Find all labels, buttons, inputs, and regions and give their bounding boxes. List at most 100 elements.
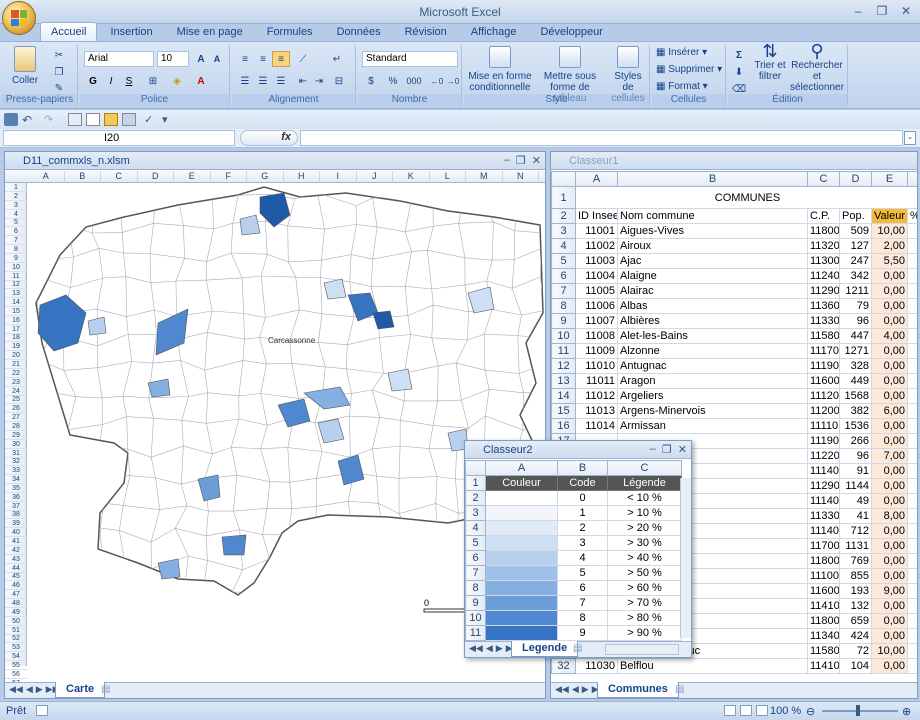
row-header[interactable]: 16 bbox=[5, 316, 27, 325]
postal-code-cell[interactable]: 11330 bbox=[807, 508, 840, 524]
legend-label-cell[interactable]: > 30 % bbox=[607, 535, 682, 551]
postal-code-cell[interactable]: 11170 bbox=[807, 343, 840, 359]
row-header[interactable]: 6 bbox=[5, 227, 27, 237]
row-header[interactable]: 51 bbox=[5, 626, 27, 635]
wrap-text-icon[interactable]: ↵ bbox=[328, 51, 346, 67]
value-cell[interactable]: 0,00 bbox=[871, 433, 908, 449]
population-cell[interactable]: 382 bbox=[839, 403, 872, 419]
commune-name-cell[interactable]: Alet-les-Bains bbox=[617, 328, 808, 344]
population-cell[interactable]: 193 bbox=[839, 583, 872, 599]
value-cell[interactable]: 0,00 bbox=[871, 283, 908, 299]
row-header[interactable]: 9 bbox=[551, 313, 576, 329]
fill-icon[interactable]: ⬇ bbox=[730, 64, 748, 80]
tab-donnees[interactable]: Données bbox=[326, 22, 392, 42]
table-row[interactable]: 9 11007 Albières 11330 96 0,00 bbox=[551, 313, 917, 329]
legend-code-cell[interactable]: 9 bbox=[557, 625, 608, 641]
population-cell[interactable]: 447 bbox=[839, 328, 872, 344]
legend-row[interactable]: 6 4 > 40 % bbox=[465, 550, 682, 566]
column-title-cell[interactable]: Valeur bbox=[871, 208, 908, 224]
find-select-button[interactable]: ⚲ Rechercher et sélectionner bbox=[788, 42, 846, 93]
commune-name-cell[interactable]: Alairac bbox=[617, 283, 808, 299]
value-cell[interactable]: 0,00 bbox=[871, 568, 908, 584]
row-header[interactable]: 3 bbox=[5, 201, 27, 210]
column-header[interactable]: M bbox=[466, 171, 503, 183]
value-cell[interactable]: 8,00 bbox=[871, 508, 908, 524]
row-header[interactable]: 6 bbox=[551, 268, 576, 284]
row-header[interactable]: 35 bbox=[5, 484, 27, 493]
value-cell[interactable]: 2,00 bbox=[871, 238, 908, 254]
value-cell[interactable]: 5,50 bbox=[871, 253, 908, 269]
value-cell[interactable]: 0,00 bbox=[871, 598, 908, 614]
row-header[interactable]: 32 bbox=[551, 658, 576, 674]
font-color-icon[interactable]: A bbox=[192, 73, 210, 89]
legend-label-cell[interactable]: > 40 % bbox=[607, 550, 682, 566]
row-header[interactable]: 10 bbox=[465, 610, 486, 626]
legend-color-swatch[interactable] bbox=[485, 565, 558, 581]
row-header[interactable]: 4 bbox=[551, 238, 576, 254]
row-header[interactable]: 34 bbox=[5, 475, 27, 485]
percent-cell[interactable] bbox=[907, 478, 917, 494]
row-header[interactable]: 11 bbox=[5, 272, 27, 281]
row-header[interactable]: 1 bbox=[465, 475, 486, 491]
increase-indent-icon[interactable]: ⇥ bbox=[310, 73, 328, 89]
postal-code-cell[interactable]: 11330 bbox=[807, 313, 840, 329]
postal-code-cell[interactable]: 11120 bbox=[807, 388, 840, 404]
commune-name-cell[interactable]: Airoux bbox=[617, 238, 808, 254]
legend-horizontal-scrollbar[interactable] bbox=[605, 644, 679, 655]
paste-button[interactable]: Coller bbox=[8, 46, 42, 86]
insee-cell[interactable]: 11004 bbox=[575, 268, 618, 284]
zoom-out-icon[interactable]: ⊖ bbox=[806, 705, 815, 718]
row-header[interactable]: 36 bbox=[5, 493, 27, 502]
sheet-tab-legende[interactable]: Legende bbox=[511, 641, 579, 657]
legend-color-swatch[interactable] bbox=[485, 490, 558, 506]
column-title-cell[interactable]: ID Insee bbox=[575, 208, 618, 224]
population-cell[interactable]: 72 bbox=[839, 643, 872, 659]
value-cell[interactable]: 0,00 bbox=[871, 523, 908, 539]
population-cell[interactable]: 509 bbox=[839, 223, 872, 239]
value-cell[interactable]: 0,00 bbox=[871, 613, 908, 629]
postal-code-cell[interactable]: 11410 bbox=[807, 658, 840, 674]
insert-function-button[interactable]: fx bbox=[240, 130, 298, 146]
italic-button[interactable]: I bbox=[102, 73, 120, 89]
row-header[interactable]: 11 bbox=[551, 343, 576, 359]
select-all[interactable] bbox=[465, 460, 486, 476]
insee-cell[interactable]: 11008 bbox=[575, 328, 618, 344]
percent-cell[interactable] bbox=[907, 223, 917, 239]
percent-cell[interactable] bbox=[907, 418, 917, 434]
currency-icon[interactable]: $ bbox=[362, 73, 380, 89]
commune-name-cell[interactable]: Albières bbox=[617, 313, 808, 329]
name-box[interactable]: I20 bbox=[3, 130, 235, 146]
value-cell[interactable]: 0,00 bbox=[871, 628, 908, 644]
tab-mise-en-page[interactable]: Mise en page bbox=[166, 22, 254, 42]
column-header[interactable]: F bbox=[211, 171, 247, 183]
row-header[interactable]: 42 bbox=[5, 546, 27, 555]
legend-code-cell[interactable]: 8 bbox=[557, 610, 608, 626]
merge-center-icon[interactable]: ⊟ bbox=[330, 73, 348, 89]
legend-code-cell[interactable]: 3 bbox=[557, 535, 608, 551]
percent-cell[interactable] bbox=[907, 508, 917, 524]
legend-row[interactable]: 9 7 > 70 % bbox=[465, 595, 682, 611]
table-row[interactable]: 6 11004 Alaigne 11240 342 0,00 bbox=[551, 268, 917, 284]
column-header[interactable]: N bbox=[503, 171, 539, 183]
row-header[interactable]: 49 bbox=[5, 608, 27, 617]
print-preview-icon[interactable] bbox=[68, 113, 82, 126]
legend-color-swatch[interactable] bbox=[485, 610, 558, 626]
postal-code-cell[interactable]: 11140 bbox=[807, 463, 840, 479]
value-cell[interactable]: 0,00 bbox=[871, 313, 908, 329]
column-title-cell[interactable]: Nom commune bbox=[617, 208, 808, 224]
font-size-select[interactable]: 10 bbox=[157, 51, 189, 67]
population-cell[interactable]: 328 bbox=[839, 358, 872, 374]
row-header[interactable]: 21 bbox=[5, 360, 27, 369]
population-cell[interactable]: 127 bbox=[839, 238, 872, 254]
column-header[interactable]: A bbox=[485, 460, 558, 476]
value-cell[interactable]: 0,00 bbox=[871, 298, 908, 314]
column-header[interactable]: D bbox=[138, 171, 174, 183]
value-cell[interactable]: 7,00 bbox=[871, 448, 908, 464]
value-cell[interactable]: 0,00 bbox=[871, 463, 908, 479]
insee-cell[interactable]: 11003 bbox=[575, 253, 618, 269]
insee-cell[interactable]: 11012 bbox=[575, 388, 618, 404]
row-header[interactable]: 38 bbox=[5, 510, 27, 520]
population-cell[interactable]: 712 bbox=[839, 523, 872, 539]
postal-code-cell[interactable]: 11100 bbox=[807, 568, 840, 584]
value-cell[interactable]: 10,00 bbox=[871, 643, 908, 659]
